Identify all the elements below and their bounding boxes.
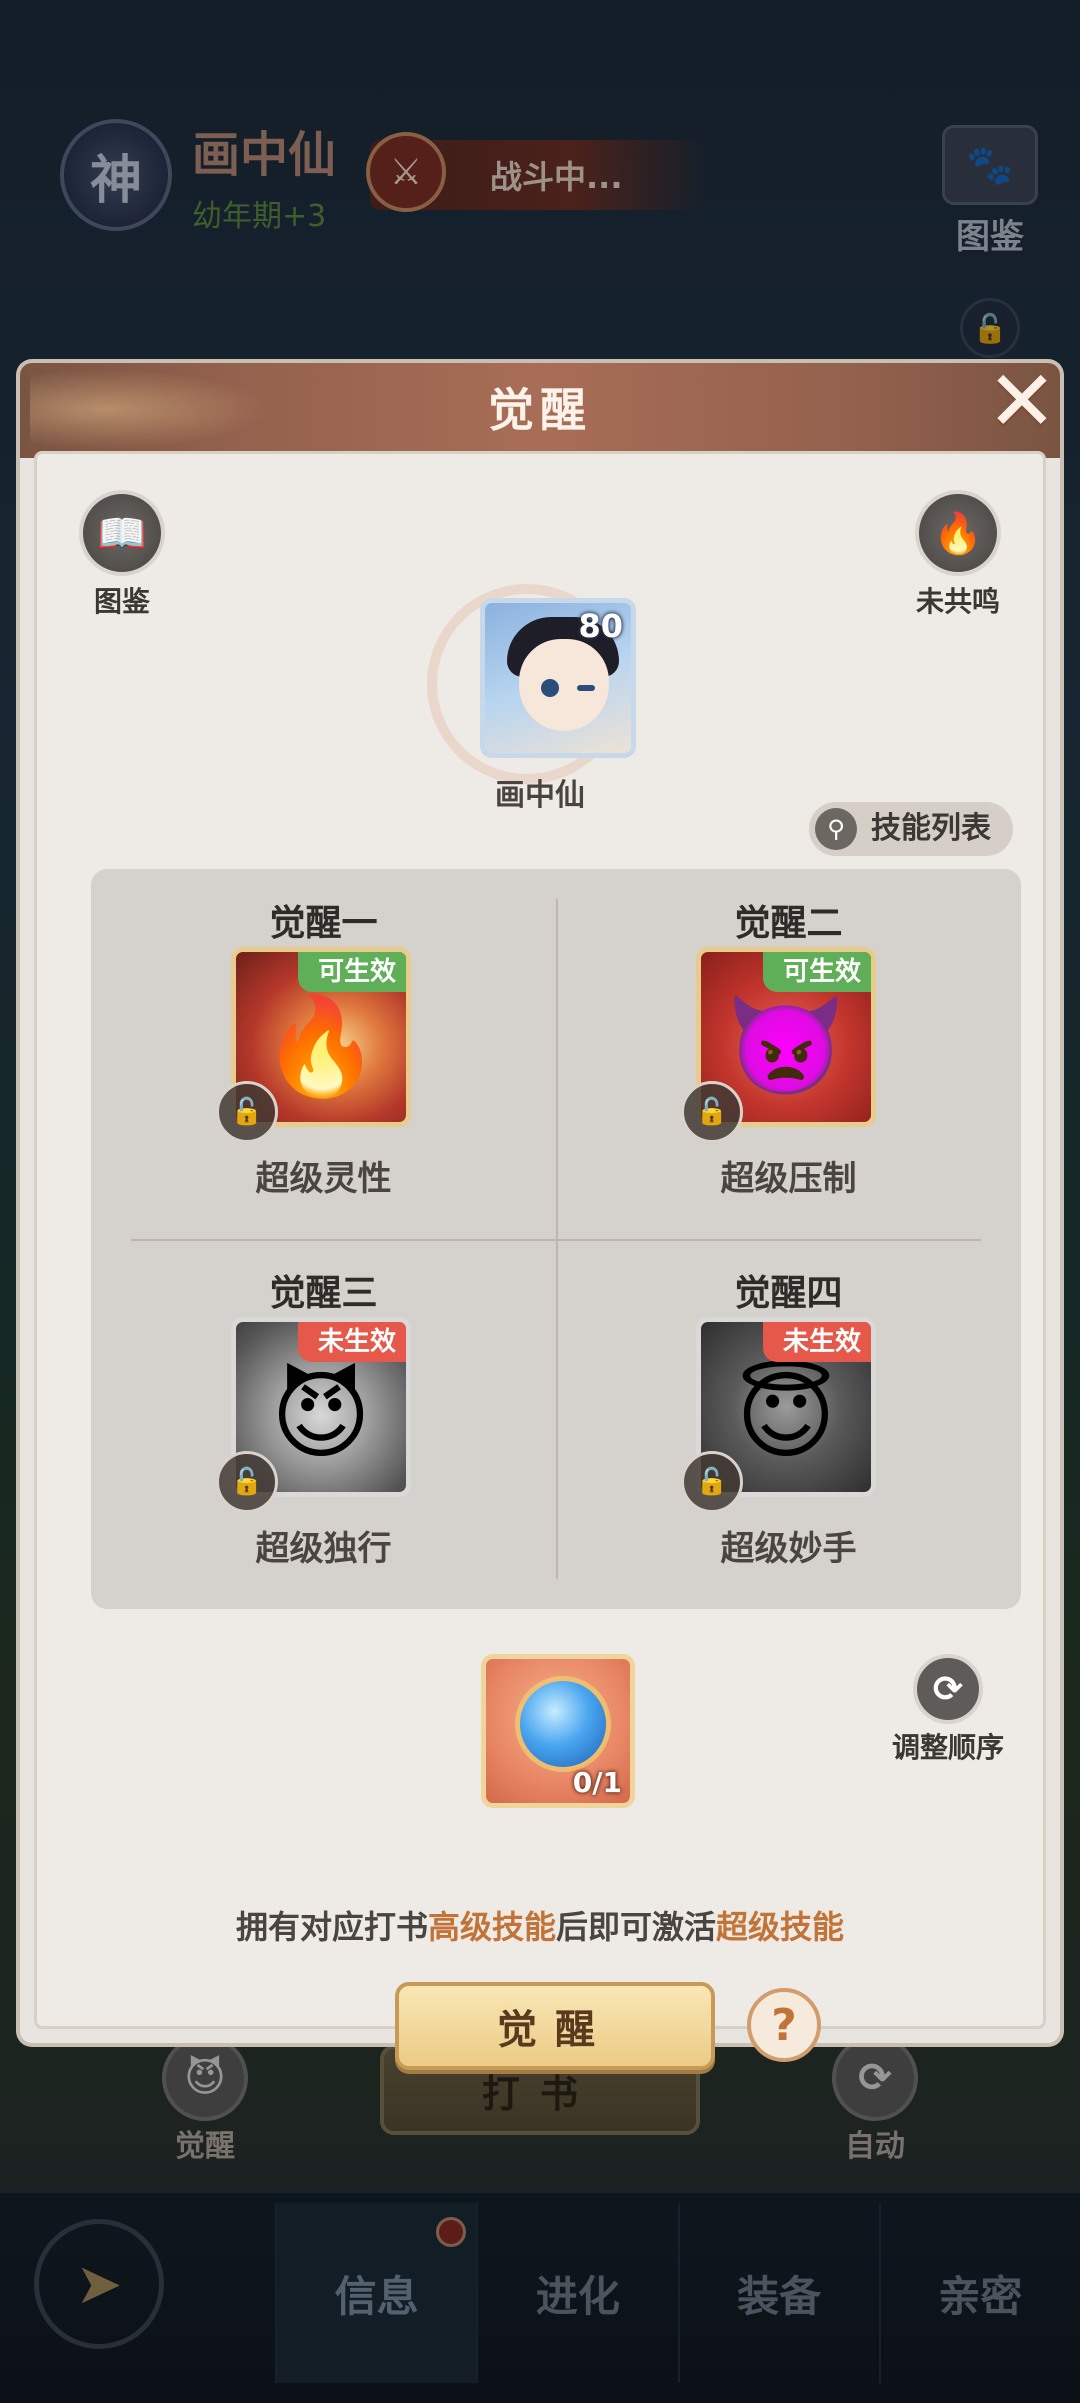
reorder-button[interactable]: ⟳ 调整顺序: [873, 1654, 1023, 1766]
awaken-slot-title: 觉醒三: [269, 1273, 378, 1314]
awaken-button[interactable]: 觉醒: [395, 1982, 715, 2070]
unlock-icon: 🔓: [216, 1081, 278, 1143]
status-badge: 可生效: [297, 952, 406, 992]
awaken-slot-1[interactable]: 觉醒一 🔥 可生效 🔓 超级灵性: [91, 869, 556, 1239]
pet-level: 80: [578, 607, 623, 645]
awaken-slot-2[interactable]: 觉醒二 👿 可生效 🔓 超级压制: [556, 869, 1021, 1239]
bestiary-dialog-label: 图鉴: [93, 585, 150, 618]
activation-hint: 拥有对应打书高级技能后即可激活超级技能: [37, 1902, 1043, 1948]
awaken-material-slot[interactable]: 0/1: [481, 1654, 635, 1808]
hint-highlight: 超级技能: [716, 1908, 845, 1946]
awaken-slot-4[interactable]: 觉醒四 😇 未生效 🔓 超级妙手: [556, 1239, 1021, 1609]
pet-portrait[interactable]: 80: [480, 598, 636, 758]
unlock-icon: 🔓: [216, 1451, 278, 1513]
skill-list-button[interactable]: ⚲ 技能列表: [809, 802, 1013, 856]
awaken-slot-title: 觉醒四: [734, 1273, 843, 1314]
status-badge: 未生效: [297, 1322, 406, 1362]
status-badge: 可生效: [762, 952, 871, 992]
hint-highlight: 高级技能: [427, 1908, 556, 1946]
awaken-slot-title: 觉醒一: [269, 903, 378, 944]
awaken-dialog: 觉醒 ✕ 📖 图鉴 🔥 未共鸣 80 画中仙 ⚲ 技能列表 觉醒一 🔥 可生效 …: [20, 359, 1060, 2070]
dialog-header: 觉醒: [20, 363, 1060, 458]
book-icon: 📖: [79, 490, 165, 576]
awaken-slot-title: 觉醒二: [734, 903, 843, 944]
unlock-icon: 🔓: [681, 1081, 743, 1143]
material-count: 0/1: [572, 1766, 622, 1799]
dialog-title: 觉醒: [488, 383, 592, 437]
search-icon: ⚲: [815, 808, 857, 850]
awaken-grid: 觉醒一 🔥 可生效 🔓 超级灵性 觉醒二 👿 可生效 🔓 超级压制 觉醒三 😈 …: [91, 869, 1021, 1609]
status-badge: 未生效: [762, 1322, 871, 1362]
flame-icon: 🔥: [915, 490, 1001, 576]
help-icon[interactable]: ?: [747, 1988, 821, 2062]
skill-name: 超级压制: [720, 1159, 857, 1199]
dialog-body: 📖 图鉴 🔥 未共鸣 80 画中仙 ⚲ 技能列表 觉醒一 🔥 可生效 🔓 超级灵…: [34, 451, 1046, 2070]
refresh-icon: ⟳: [913, 1654, 983, 1724]
hint-text: 拥有对应打书: [235, 1908, 428, 1946]
bestiary-dialog-button[interactable]: 📖 图鉴: [57, 490, 187, 620]
reorder-label: 调整顺序: [891, 1731, 1004, 1764]
resonance-button[interactable]: 🔥 未共鸣: [893, 490, 1023, 620]
hint-text: 后即可激活: [556, 1908, 717, 1946]
awaken-slot-3[interactable]: 觉醒三 😈 未生效 🔓 超级独行: [91, 1239, 556, 1609]
close-icon[interactable]: ✕: [976, 355, 1068, 447]
resonance-label: 未共鸣: [915, 585, 1000, 618]
skill-name: 超级独行: [255, 1529, 392, 1569]
skill-name: 超级妙手: [720, 1529, 857, 1569]
skill-name: 超级灵性: [255, 1159, 392, 1199]
awaken-orb-icon: [520, 1681, 606, 1767]
unlock-icon: 🔓: [681, 1451, 743, 1513]
skill-list-label: 技能列表: [871, 811, 991, 846]
